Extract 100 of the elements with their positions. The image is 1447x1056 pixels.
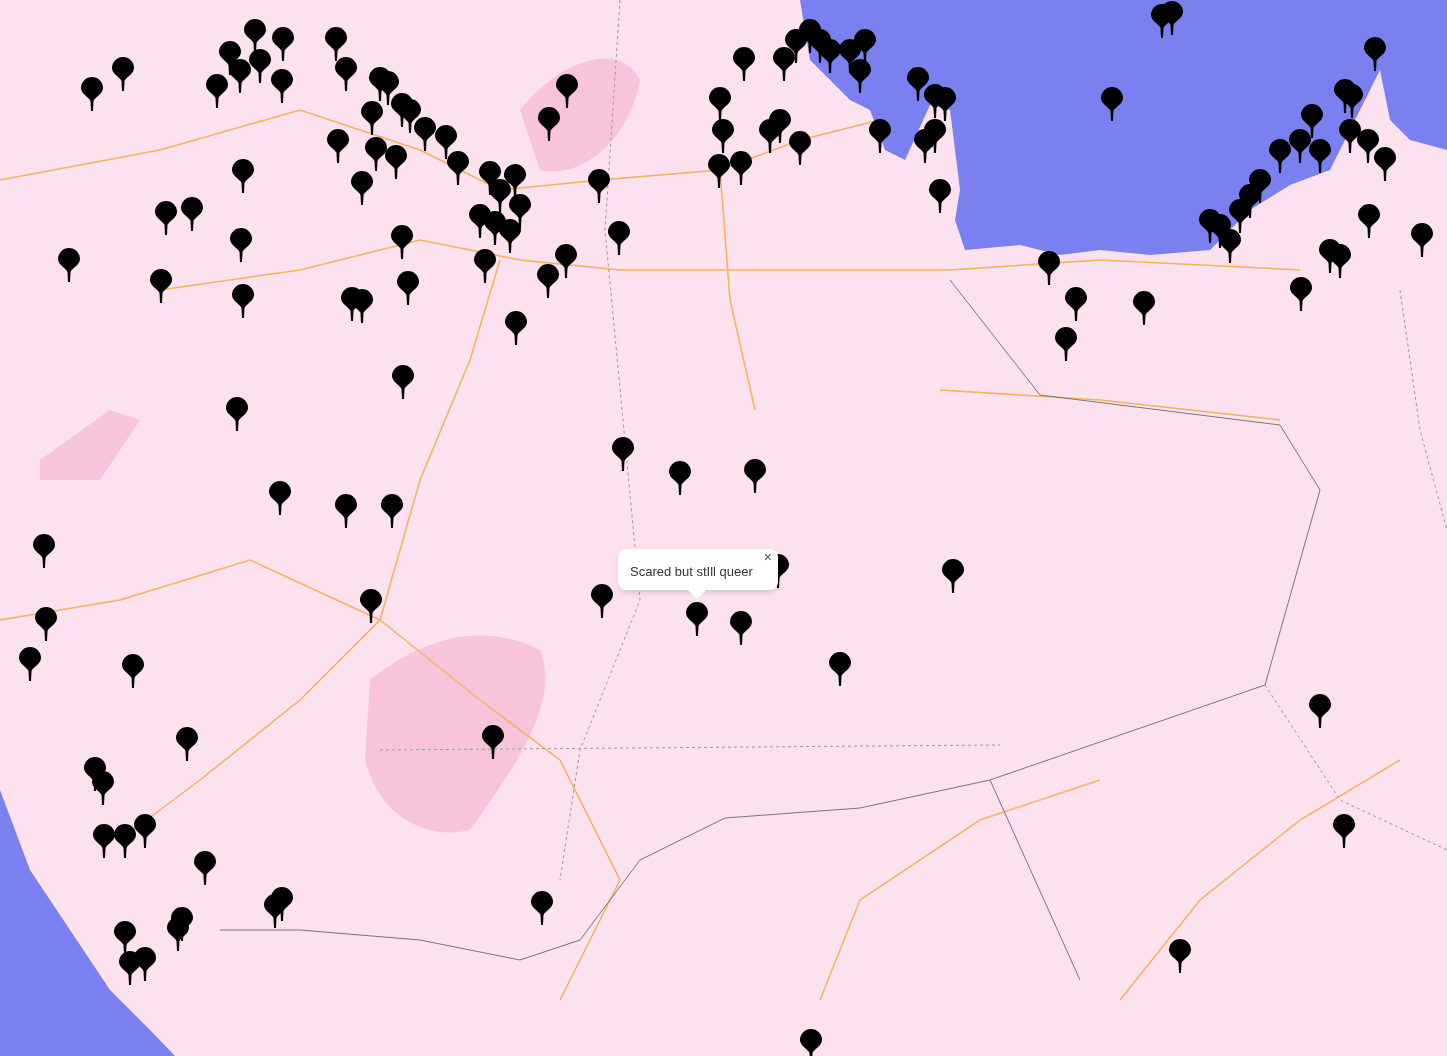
map-marker-icon[interactable] xyxy=(335,57,357,91)
map-marker-icon[interactable] xyxy=(325,27,347,61)
map-marker-icon[interactable] xyxy=(730,151,752,185)
map-marker-icon[interactable] xyxy=(229,59,251,93)
map-marker-icon[interactable] xyxy=(1161,1,1183,35)
map-marker-icon[interactable] xyxy=(1101,87,1123,121)
map-marker-icon[interactable] xyxy=(789,131,811,165)
map-marker-icon[interactable] xyxy=(479,161,501,195)
map-marker-icon[interactable] xyxy=(335,494,357,528)
map-marker-icon[interactable] xyxy=(414,117,436,151)
map-marker-icon[interactable] xyxy=(712,119,734,153)
map-marker-icon[interactable] xyxy=(1055,327,1077,361)
map-marker-icon[interactable] xyxy=(361,101,383,135)
map-marker-icon[interactable] xyxy=(730,611,752,645)
map-marker-icon[interactable] xyxy=(1269,139,1291,173)
map-marker-icon[interactable] xyxy=(1358,204,1380,238)
map-marker-icon[interactable] xyxy=(773,47,795,81)
map-marker-icon[interactable] xyxy=(81,77,103,111)
map-marker-icon[interactable] xyxy=(769,109,791,143)
map-marker-icon[interactable] xyxy=(150,269,172,303)
map-marker-icon[interactable] xyxy=(588,169,610,203)
map-marker-icon[interactable] xyxy=(509,194,531,228)
map-marker-icon[interactable] xyxy=(122,654,144,688)
map-marker-icon[interactable] xyxy=(709,87,731,121)
map-marker-icon[interactable] xyxy=(531,891,553,925)
map-marker-icon[interactable] xyxy=(733,47,755,81)
map-marker-icon[interactable] xyxy=(499,219,521,253)
map-marker-icon[interactable] xyxy=(249,49,271,83)
map-marker-icon[interactable] xyxy=(1199,209,1221,243)
map-marker-icon[interactable] xyxy=(365,137,387,171)
map-marker-icon[interactable] xyxy=(489,179,511,213)
map-marker-icon[interactable] xyxy=(1169,939,1191,973)
map-marker-icon[interactable] xyxy=(447,151,469,185)
map-marker-icon[interactable] xyxy=(155,201,177,235)
map-marker-icon[interactable] xyxy=(119,951,141,985)
map-marker-icon[interactable] xyxy=(269,481,291,515)
map-marker-icon[interactable] xyxy=(271,887,293,921)
map-marker-icon[interactable] xyxy=(744,459,766,493)
map-marker-icon[interactable] xyxy=(854,29,876,63)
map-marker-icon[interactable] xyxy=(1374,147,1396,181)
map-marker-icon[interactable] xyxy=(93,824,115,858)
map-marker-icon[interactable] xyxy=(1411,223,1433,257)
map-marker-icon[interactable] xyxy=(19,647,41,681)
close-button[interactable]: × xyxy=(761,550,774,564)
map-marker-icon[interactable] xyxy=(474,249,496,283)
map-marker-icon[interactable] xyxy=(134,814,156,848)
map-marker-icon[interactable] xyxy=(556,74,578,108)
map-marker-icon[interactable] xyxy=(397,271,419,305)
map-marker-icon[interactable] xyxy=(176,727,198,761)
map-marker-icon[interactable] xyxy=(232,284,254,318)
map-marker-icon[interactable] xyxy=(591,584,613,618)
map-marker-icon[interactable] xyxy=(608,221,630,255)
map-marker-icon[interactable] xyxy=(1333,814,1355,848)
map-marker-icon[interactable] xyxy=(392,365,414,399)
map-marker-icon[interactable] xyxy=(114,921,136,955)
map-marker-icon[interactable] xyxy=(686,602,708,636)
map-marker-icon[interactable] xyxy=(226,397,248,431)
map-marker-icon[interactable] xyxy=(360,589,382,623)
map-marker-icon[interactable] xyxy=(929,179,951,213)
map-marker-icon[interactable] xyxy=(907,67,929,101)
map-marker-icon[interactable] xyxy=(230,228,252,262)
map-marker-icon[interactable] xyxy=(1219,229,1241,263)
map-marker-icon[interactable] xyxy=(924,119,946,153)
map-marker-icon[interactable] xyxy=(1309,694,1331,728)
map-marker-icon[interactable] xyxy=(482,725,504,759)
map-marker-icon[interactable] xyxy=(505,311,527,345)
map-marker-icon[interactable] xyxy=(219,41,241,75)
map-marker-icon[interactable] xyxy=(327,129,349,163)
map-marker-icon[interactable] xyxy=(181,197,203,231)
map-marker-icon[interactable] xyxy=(35,607,57,641)
map-marker-icon[interactable] xyxy=(435,125,457,159)
map-marker-icon[interactable] xyxy=(1339,119,1361,153)
map-marker-icon[interactable] xyxy=(1309,139,1331,173)
map-marker-icon[interactable] xyxy=(708,154,730,188)
map-marker-icon[interactable] xyxy=(1364,37,1386,71)
map-marker-icon[interactable] xyxy=(33,534,55,568)
map-marker-icon[interactable] xyxy=(351,171,373,205)
map-marker-icon[interactable] xyxy=(942,559,964,593)
map-marker-icon[interactable] xyxy=(381,494,403,528)
map-marker-icon[interactable] xyxy=(819,39,841,73)
map-marker-icon[interactable] xyxy=(167,917,189,951)
map-marker-icon[interactable] xyxy=(555,244,577,278)
map-marker-icon[interactable] xyxy=(391,225,413,259)
map-marker-icon[interactable] xyxy=(1329,244,1351,278)
map-marker-icon[interactable] xyxy=(114,824,136,858)
map-marker-icon[interactable] xyxy=(244,19,266,53)
map-marker-icon[interactable] xyxy=(612,437,634,471)
map-marker-icon[interactable] xyxy=(869,119,891,153)
map-marker-icon[interactable] xyxy=(504,164,526,198)
map-marker-icon[interactable] xyxy=(206,74,228,108)
map-marker-icon[interactable] xyxy=(1357,129,1379,163)
map-marker-icon[interactable] xyxy=(58,248,80,282)
map-marker-icon[interactable] xyxy=(272,27,294,61)
map-marker-icon[interactable] xyxy=(1289,129,1311,163)
map-marker-icon[interactable] xyxy=(1229,199,1251,233)
map-marker-icon[interactable] xyxy=(785,29,807,63)
map-marker-icon[interactable] xyxy=(271,69,293,103)
map-marker-icon[interactable] xyxy=(1038,251,1060,285)
map-marker-icon[interactable] xyxy=(385,145,407,179)
map-marker-icon[interactable] xyxy=(1301,104,1323,138)
